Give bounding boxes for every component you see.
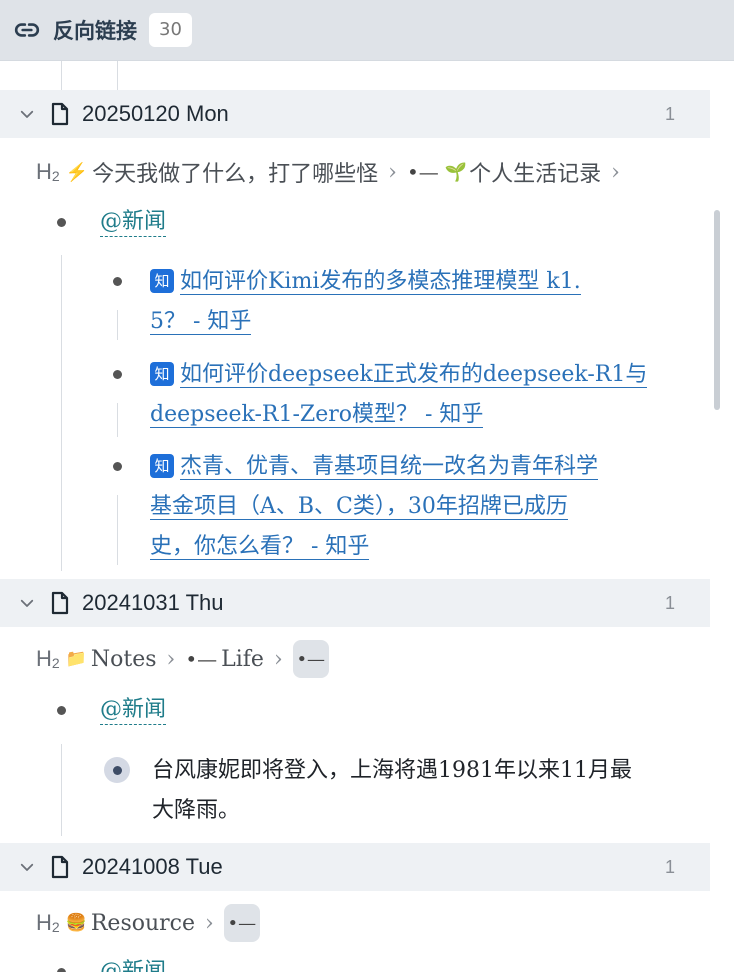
- breadcrumb-item-block[interactable]: •—: [223, 904, 260, 942]
- group-count: 1: [664, 856, 675, 877]
- group-header-20241008[interactable]: 20241008 Tue 1: [0, 843, 710, 891]
- heading-icon: H2: [36, 910, 60, 935]
- group-date[interactable]: 20241008 Tue: [82, 854, 223, 880]
- list-item[interactable]: 知如何评价deepseek正式发布的deepseek-R1与 deepseek-…: [150, 355, 670, 435]
- breadcrumb-item-resource[interactable]: Resource: [91, 911, 195, 936]
- document-icon: [50, 102, 72, 126]
- indent-guide: [61, 255, 62, 571]
- breadcrumb-item-block[interactable]: •—: [292, 640, 329, 678]
- scrollbar-thumb[interactable]: [714, 210, 720, 410]
- chevron-right-icon: ›: [166, 646, 176, 672]
- backlinks-panel: 反向链接 30 20250120 Mon 1 H2 ⚡ 今天我做了什么，打了哪些…: [0, 0, 734, 972]
- zhihu-icon: 知: [150, 362, 174, 386]
- list-item[interactable]: 知如何评价Kimi发布的多模态推理模型 k1. 5？ - 知乎: [150, 262, 670, 342]
- chevron-right-icon: ›: [273, 646, 283, 672]
- breadcrumb-item-life[interactable]: Life: [221, 647, 264, 672]
- document-icon: [50, 855, 72, 879]
- chevron-down-icon[interactable]: [18, 104, 38, 124]
- zhihu-icon: 知: [150, 454, 174, 478]
- bullet-icon[interactable]: [57, 218, 66, 227]
- chevron-right-icon: ›: [388, 159, 397, 185]
- bullet-icon[interactable]: [57, 968, 66, 972]
- lightning-icon: ⚡: [65, 161, 89, 183]
- breadcrumb-item-heading[interactable]: 今天我做了什么，打了哪些怪: [92, 156, 378, 188]
- bullet-icon[interactable]: [57, 706, 66, 715]
- group-count: 1: [664, 103, 675, 124]
- group-header-20241031[interactable]: 20241031 Thu 1: [0, 579, 710, 627]
- breadcrumb-item-sub[interactable]: 个人生活记录: [469, 156, 601, 188]
- link-icon: [14, 17, 40, 43]
- chevron-down-icon[interactable]: [18, 593, 38, 613]
- indent-guide: [117, 310, 118, 340]
- bullet-focused-icon[interactable]: [104, 757, 130, 783]
- group-count: 1: [664, 592, 675, 613]
- heading-icon: H2: [36, 159, 60, 184]
- list-item[interactable]: 台风康妮即将登入，上海将遇1981年以来11月最 大降雨。: [152, 751, 672, 831]
- breadcrumb-item-notes[interactable]: Notes: [91, 647, 157, 672]
- folder-icon: 📁: [65, 649, 87, 669]
- mention-link[interactable]: @新闻: [100, 958, 166, 972]
- group-header-20250120[interactable]: 20250120 Mon 1: [0, 90, 710, 138]
- bullet-icon[interactable]: [113, 277, 122, 286]
- breadcrumb: H2 📁 Notes › •— Life › •—: [36, 640, 329, 678]
- zhihu-icon: 知: [150, 269, 174, 293]
- group-date[interactable]: 20250120 Mon: [82, 101, 229, 127]
- chevron-right-icon: ›: [611, 159, 620, 185]
- mention-link[interactable]: @新闻: [100, 696, 167, 725]
- bullet-icon[interactable]: [113, 462, 122, 471]
- indent-guide: [117, 495, 118, 565]
- document-icon: [50, 591, 72, 615]
- indent-guide: [117, 403, 118, 437]
- chevron-down-icon[interactable]: [18, 857, 38, 877]
- list-item[interactable]: 知杰青、优青、青基项目统一改名为青年科学 基金项目（A、B、C类），30年招牌已…: [150, 447, 670, 567]
- scroll-track: [710, 60, 734, 972]
- chevron-right-icon: ›: [205, 910, 214, 936]
- mention-link[interactable]: @新闻: [100, 208, 167, 237]
- bullet-dash-icon: •—: [406, 160, 439, 184]
- breadcrumb: H2 🍔 Resource › •—: [36, 904, 260, 942]
- group-date[interactable]: 20241031 Thu: [82, 590, 224, 616]
- backlinks-title: 反向链接: [53, 19, 137, 43]
- bullet-dash-icon: •—: [185, 647, 218, 671]
- backlinks-header[interactable]: 反向链接 30: [0, 0, 734, 61]
- breadcrumb: H2 ⚡ 今天我做了什么，打了哪些怪 › •— 🌱 个人生活记录 ›: [36, 154, 630, 190]
- burger-icon: 🍔: [65, 913, 87, 933]
- backlinks-count-badge: 30: [149, 13, 192, 47]
- indent-guide: [61, 744, 62, 836]
- previous-content-fragment: [0, 60, 710, 90]
- seedling-icon: 🌱: [444, 161, 468, 183]
- bullet-icon[interactable]: [113, 370, 122, 379]
- heading-icon: H2: [36, 646, 60, 671]
